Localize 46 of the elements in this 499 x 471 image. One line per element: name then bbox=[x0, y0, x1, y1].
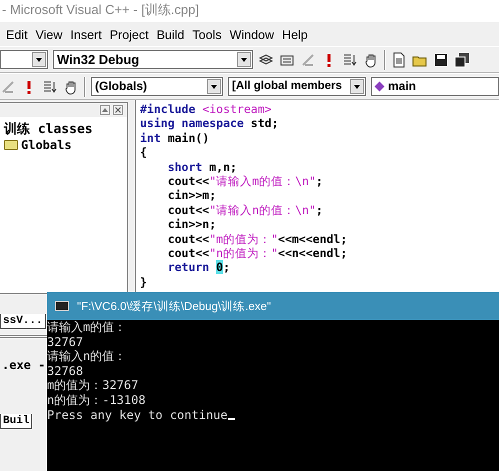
code-line: cin>>m; bbox=[166, 188, 218, 203]
code-line: #include <iostream> bbox=[140, 102, 273, 116]
code-line: cin>>n; bbox=[166, 217, 218, 232]
menu-item[interactable]: Window bbox=[230, 28, 274, 42]
code-line: cout<<"m的值为："<<m<<endl; bbox=[166, 232, 348, 246]
menu-item[interactable]: Tools bbox=[192, 28, 222, 42]
window-title: - Microsoft Visual C++ - [训练.cpp] bbox=[2, 2, 199, 17]
code-line: short m,n; bbox=[166, 160, 238, 174]
code-line: } bbox=[140, 274, 148, 290]
folder-icon bbox=[4, 140, 18, 150]
text-cursor bbox=[228, 418, 235, 420]
console-line: 请输入n的值： bbox=[47, 349, 126, 364]
menu-item[interactable]: Edit bbox=[6, 28, 28, 42]
output-text: .exe - bbox=[2, 358, 46, 372]
menu-item[interactable]: Insert bbox=[70, 28, 102, 42]
new-document-icon[interactable] bbox=[391, 52, 407, 68]
panel-tab[interactable]: Buil bbox=[0, 414, 32, 429]
method-icon bbox=[374, 82, 384, 92]
console-line: 32768 bbox=[47, 364, 84, 378]
maximize-icon[interactable] bbox=[100, 105, 110, 115]
code-line: { bbox=[140, 145, 148, 160]
code-line: cout<<"请输入n的值：\n"; bbox=[166, 202, 324, 218]
member-combo[interactable]: main bbox=[371, 77, 499, 96]
console-line: 32767 bbox=[47, 334, 84, 350]
tree-item[interactable]: Globals bbox=[21, 138, 72, 152]
menu-item[interactable]: View bbox=[36, 28, 62, 42]
code-line: cout<<"请输入m的值：\n"; bbox=[166, 174, 324, 188]
code-line: return 0; bbox=[166, 260, 232, 275]
menu-item[interactable]: Project bbox=[110, 28, 149, 42]
filter-combo[interactable]: [All global members bbox=[228, 77, 366, 96]
class-combo[interactable]: (Globals) bbox=[91, 77, 223, 96]
close-icon[interactable] bbox=[113, 105, 123, 115]
tree-item[interactable]: 训练 classes bbox=[4, 120, 123, 138]
code-line: int main() bbox=[140, 130, 210, 146]
menu-item[interactable]: Build bbox=[156, 28, 184, 42]
config-combo[interactable]: Win32 Debug bbox=[53, 50, 253, 69]
stack-icon[interactable] bbox=[258, 52, 274, 68]
code-line: using namespace std; bbox=[140, 116, 280, 131]
combo-box[interactable] bbox=[0, 50, 48, 69]
console-line: 请输入m的值： bbox=[47, 320, 126, 335]
save-icon[interactable] bbox=[433, 52, 449, 68]
save-all-icon[interactable] bbox=[454, 52, 470, 68]
console-icon bbox=[55, 301, 69, 311]
code-line: cout<<"n的值为："<<n<<endl; bbox=[166, 246, 348, 260]
menu-item[interactable]: Help bbox=[282, 28, 308, 42]
panel-tab[interactable]: ssV... bbox=[0, 314, 46, 329]
